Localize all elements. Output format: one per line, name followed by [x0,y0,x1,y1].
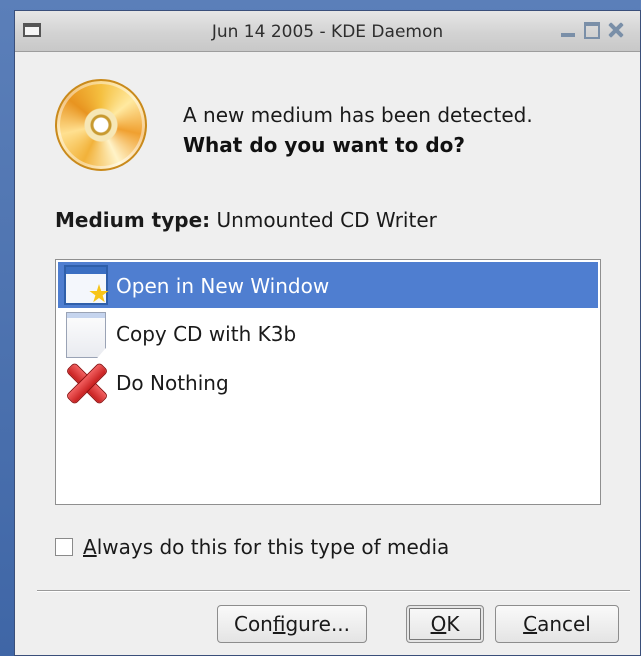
configure-button[interactable]: Configure... [217,605,367,643]
close-icon[interactable] [606,20,626,40]
medium-type-label: Medium type: [55,208,211,232]
list-item-label: Open in New Window [116,274,330,298]
list-item-label: Copy CD with K3b [116,322,297,346]
window-title: Jun 14 2005 - KDE Daemon [211,22,444,42]
always-checkbox[interactable] [55,538,73,556]
list-item-label: Do Nothing [116,371,229,395]
always-checkbox-label[interactable]: Always do this for this type of media [83,535,449,559]
title-bar[interactable]: Jun 14 2005 - KDE Daemon [15,11,640,52]
minimize-icon[interactable] [558,20,578,40]
question-message: What do you want to do? [183,133,465,157]
window-controls [558,20,626,42]
list-item-do-nothing[interactable]: Do Nothing [58,359,598,405]
cd-disc-icon [55,79,147,171]
kde-daemon-dialog: Jun 14 2005 - KDE Daemon A new medium ha… [14,10,641,656]
action-list[interactable]: Open in New Window Copy CD with K3b Do N… [55,259,601,505]
document-icon [66,312,106,358]
cancel-button[interactable]: Cancel [495,605,619,643]
separator-line [37,590,630,592]
detected-message: A new medium has been detected. [183,103,533,127]
ok-button[interactable]: OK [406,605,484,643]
list-item-open-new-window[interactable]: Open in New Window [58,262,598,308]
medium-type-line: Medium type: Unmounted CD Writer [55,208,437,232]
maximize-icon[interactable] [582,20,602,40]
list-item-copy-cd-k3b[interactable]: Copy CD with K3b [58,310,598,358]
red-x-icon [64,361,110,405]
medium-type-value: Unmounted CD Writer [216,208,437,232]
